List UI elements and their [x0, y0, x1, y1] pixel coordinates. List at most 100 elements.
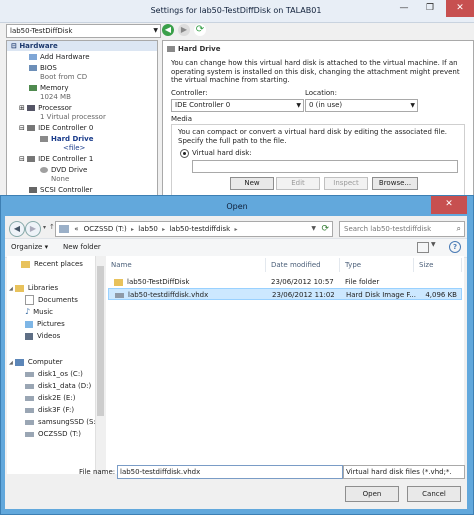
- edit-button[interactable]: Edit: [276, 177, 320, 190]
- breadcrumb-ozcssd[interactable]: OCZSSD (T:): [84, 225, 127, 233]
- dialog-title-bar: Open ✕: [1, 196, 473, 216]
- dialog-title: Open: [226, 202, 248, 211]
- drive-icon: [59, 225, 69, 233]
- file-row[interactable]: lab50-TestDiffDisk 23/06/2012 10:57 File…: [108, 276, 462, 288]
- nav-drive-s[interactable]: samsungSSD (S:): [25, 416, 98, 428]
- nav-music[interactable]: ♪ Music: [25, 306, 53, 318]
- file-name: lab50-TestDiffDisk: [114, 276, 189, 288]
- collapse-icon[interactable]: ⊟: [19, 155, 27, 163]
- nav-drive-t[interactable]: OCZSSD (T:): [25, 428, 81, 440]
- processor-icon: [27, 105, 36, 111]
- vhd-label: Virtual hard disk:: [192, 149, 252, 157]
- nav-drive-d[interactable]: disk1_data (D:): [25, 380, 91, 392]
- vhdx-file-icon: [115, 292, 124, 298]
- forward-arrow-icon[interactable]: ▶: [25, 221, 41, 237]
- vhd-radio[interactable]: [180, 149, 189, 158]
- nav-videos[interactable]: Videos: [25, 330, 60, 342]
- file-list: Name Date modified Type Size lab50-TestD…: [106, 256, 464, 474]
- inspect-button[interactable]: Inspect: [324, 177, 368, 190]
- breadcrumb-lab50[interactable]: lab50: [138, 225, 158, 233]
- new-button[interactable]: New: [230, 177, 274, 190]
- cancel-button[interactable]: Cancel: [407, 486, 461, 502]
- memory-icon: [29, 85, 37, 91]
- nav-drive-e[interactable]: disk2E (E:): [25, 392, 75, 404]
- tree-item-memory[interactable]: Memory: [7, 84, 157, 93]
- tree-item-processor[interactable]: ⊞ Processor: [7, 104, 157, 113]
- file-type-select[interactable]: Virtual hard disk files (*.vhd;*.: [343, 465, 465, 479]
- file-type: Hard Disk Image F...: [346, 291, 416, 299]
- location-select[interactable]: 0 (in use) ▼: [305, 99, 418, 112]
- nav-libraries[interactable]: ◢ Libraries: [9, 282, 58, 294]
- column-header-size[interactable]: Size: [414, 258, 462, 272]
- chevron-down-icon: ▼: [296, 102, 301, 109]
- settings-close-button[interactable]: ✕: [446, 0, 474, 17]
- hard-drive-icon: [167, 46, 175, 52]
- ide-controller-icon: [27, 125, 36, 131]
- forward-arrow-icon[interactable]: ▶: [178, 24, 190, 36]
- refresh-icon[interactable]: ⟳: [321, 222, 329, 236]
- column-header-type[interactable]: Type: [340, 258, 414, 272]
- tree-item-dvd-drive[interactable]: DVD Drive: [7, 166, 157, 175]
- address-dropdown-icon[interactable]: ▼: [311, 222, 316, 236]
- restore-button[interactable]: ❐: [418, 0, 442, 17]
- address-bar[interactable]: « OCZSSD (T:) ▸ lab50 ▸ lab50-testdiffdi…: [55, 221, 333, 237]
- nav-documents[interactable]: Documents: [25, 294, 78, 306]
- drive-icon: [25, 431, 34, 437]
- panel-heading: Hard Drive: [167, 45, 220, 53]
- chevron-down-icon[interactable]: ▼: [431, 241, 436, 248]
- collapse-icon[interactable]: ⊟: [19, 124, 27, 132]
- nav-drive-c[interactable]: disk1_os (C:): [25, 368, 83, 380]
- help-icon[interactable]: ?: [449, 241, 461, 253]
- column-header-name[interactable]: Name: [106, 258, 266, 272]
- drive-icon: [25, 371, 34, 377]
- browse-button[interactable]: Browse...: [372, 177, 418, 190]
- dialog-close-button[interactable]: ✕: [431, 196, 467, 214]
- nav-computer[interactable]: ◢ Computer: [9, 356, 63, 368]
- file-date: 23/06/2012 11:02: [272, 291, 335, 299]
- controller-select[interactable]: IDE Controller 0 ▼: [171, 99, 304, 112]
- nav-scrollbar-thumb[interactable]: [97, 266, 104, 416]
- vm-select[interactable]: lab50-TestDiffDisk ▼: [6, 24, 161, 38]
- back-arrow-icon[interactable]: ◀: [9, 221, 25, 237]
- column-header-date[interactable]: Date modified: [266, 258, 340, 272]
- nav-recent-places[interactable]: Recent places: [21, 258, 83, 270]
- tree-item-ide-controller-0[interactable]: ⊟ IDE Controller 0: [7, 124, 157, 133]
- new-folder-button[interactable]: New folder: [63, 243, 101, 251]
- controller-label: Controller:: [171, 89, 208, 97]
- scsi-controller-icon: [29, 187, 37, 193]
- tree-item-bios[interactable]: BIOS: [7, 64, 157, 73]
- chevron-down-icon: ▼: [153, 27, 158, 34]
- search-input[interactable]: Search lab50-testdiffdisk ⌕: [339, 221, 465, 237]
- breadcrumb-lab50-testdiffdisk[interactable]: lab50-testdiffdisk: [169, 225, 230, 233]
- videos-icon: [25, 332, 33, 340]
- tree-header-hardware[interactable]: ⊟ Hardware: [7, 41, 157, 51]
- collapse-triangle-icon[interactable]: ◢: [9, 286, 13, 292]
- tree-item-ide-controller-1[interactable]: ⊟ IDE Controller 1: [7, 155, 157, 164]
- up-arrow-icon[interactable]: ↑: [49, 223, 55, 231]
- minimize-button[interactable]: —: [392, 0, 416, 17]
- tree-item-hard-drive[interactable]: Hard Drive: [7, 135, 157, 144]
- view-options-icon[interactable]: [417, 242, 429, 253]
- file-row-selected[interactable]: lab50-testdiffdisk.vhdx 23/06/2012 11:02…: [108, 288, 462, 300]
- nav-drive-f[interactable]: disk3F (F:): [25, 404, 74, 416]
- collapse-triangle-icon[interactable]: ◢: [9, 360, 13, 366]
- open-button[interactable]: Open: [345, 486, 399, 502]
- back-arrow-icon[interactable]: ◀: [162, 24, 174, 36]
- file-name-input[interactable]: lab50-testdiffdisk.vhdx: [117, 465, 343, 479]
- nav-pictures[interactable]: Pictures: [25, 318, 65, 330]
- organize-button[interactable]: Organize ▾: [11, 243, 48, 251]
- tree-item-add-hardware[interactable]: Add Hardware: [7, 53, 157, 62]
- breadcrumb-separator[interactable]: ▸: [162, 226, 165, 233]
- tree-item-scsi-controller[interactable]: SCSI Controller: [7, 186, 157, 195]
- ide-controller-icon: [27, 156, 36, 162]
- refresh-icon[interactable]: ⟳: [194, 24, 206, 36]
- search-icon: ⌕: [456, 224, 461, 233]
- breadcrumb-separator[interactable]: ▸: [131, 226, 134, 233]
- breadcrumb-overflow[interactable]: «: [74, 225, 78, 233]
- pictures-icon: [25, 320, 33, 328]
- nav-scrollbar[interactable]: [95, 256, 106, 474]
- breadcrumb-separator[interactable]: ▸: [234, 226, 237, 233]
- vhd-path-input[interactable]: [192, 160, 458, 173]
- recent-locations-chevron-icon[interactable]: ▾: [43, 224, 46, 231]
- expand-icon[interactable]: ⊞: [19, 104, 27, 112]
